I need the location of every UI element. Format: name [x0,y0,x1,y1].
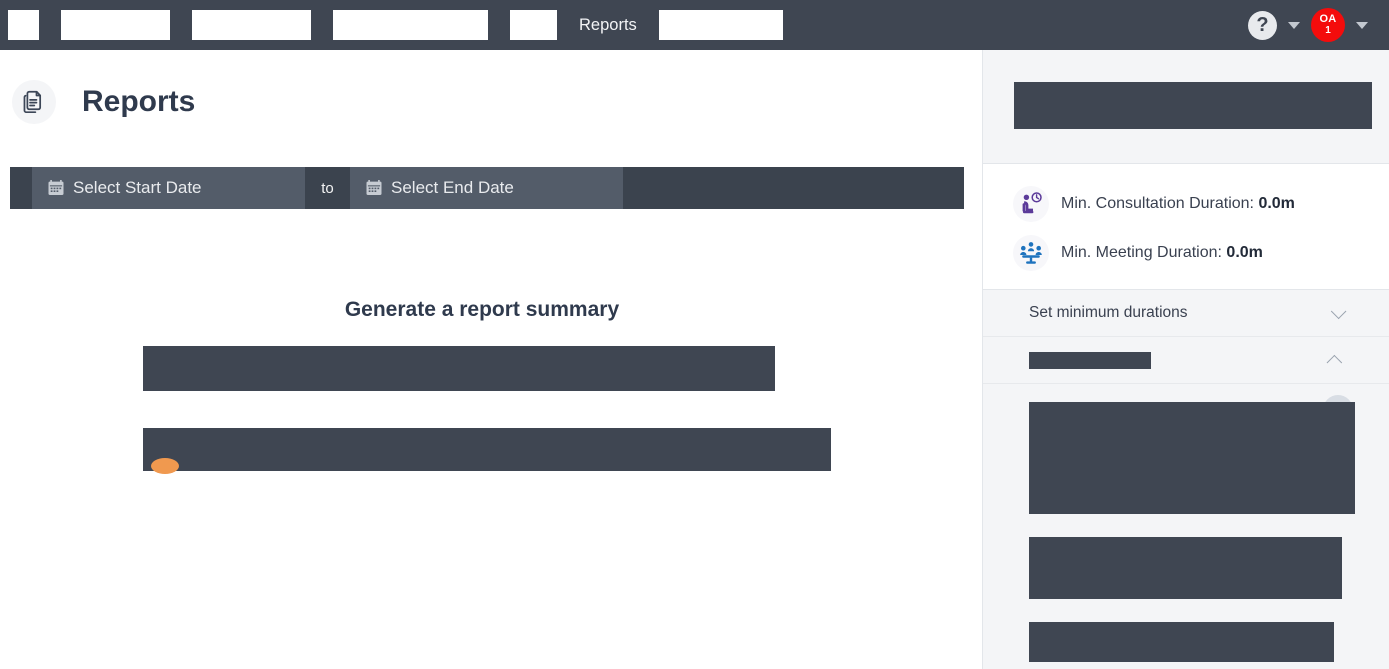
accordion-label-set-minimum-durations: Set minimum durations [1029,304,1188,321]
date-range-bar: Select Start Date to Select End Date [10,167,964,209]
page-header: Reports [0,50,982,124]
consultation-duration-value: 0.0m [1258,195,1295,212]
accordion-label-redacted [1029,351,1151,369]
minimum-durations-summary: Min. Consultation Duration: 0.0m Min. Me… [983,164,1389,290]
page-title: Reports [82,85,196,118]
date-range-left-gutter [10,167,32,209]
sidebar-top-redacted-block[interactable] [1014,82,1372,129]
main-content: Reports Select Start Date to Select End … [0,50,982,669]
avatar[interactable]: OA 1 [1311,8,1345,42]
calendar-icon [48,180,64,196]
sidebar-expanded-content [983,384,1389,662]
nav-item-reports[interactable]: Reports [579,16,637,35]
nav-item-redacted-5[interactable] [658,10,783,40]
date-range-trailing-area [623,167,964,209]
top-navbar: Reports ? OA 1 [0,0,1389,50]
sidebar-redacted-block-2[interactable] [1029,537,1342,599]
meeting-duration-label: Min. Meeting Duration: 0.0m [1061,244,1263,262]
report-redacted-block-1[interactable] [143,346,775,391]
report-summary-heading: Generate a report summary [344,298,620,321]
nav-item-redacted-0[interactable] [8,10,39,40]
avatar-count: 1 [1325,24,1331,36]
nav-item-redacted-4[interactable] [510,10,557,40]
nav-item-redacted-2[interactable] [192,10,311,40]
documents-icon [12,80,56,124]
sidebar-redacted-block-1[interactable] [1029,402,1355,514]
accordion-set-minimum-durations[interactable]: Set minimum durations [983,290,1389,337]
chevron-down-icon[interactable] [1330,303,1347,319]
account-chevron-down-icon[interactable] [1356,21,1368,29]
calendar-icon [366,180,382,196]
end-date-input[interactable]: Select End Date [350,167,623,209]
orange-accent-shape [151,458,179,474]
meeting-duration-row: Min. Meeting Duration: 0.0m [983,235,1389,271]
start-date-placeholder: Select Start Date [73,178,202,197]
nav-item-redacted-1[interactable] [61,10,170,40]
chevron-up-icon[interactable] [1326,354,1343,370]
help-icon[interactable]: ? [1248,10,1277,40]
end-date-placeholder: Select End Date [391,178,514,197]
report-redacted-block-2[interactable] [143,428,831,471]
avatar-initials: OA [1319,13,1337,26]
meeting-people-icon [1013,235,1049,271]
start-date-input[interactable]: Select Start Date [32,167,305,209]
right-sidebar: Min. Consultation Duration: 0.0m Min. Me… [982,50,1389,669]
accordion-redacted[interactable] [983,337,1389,384]
nav-item-redacted-3[interactable] [333,10,488,40]
date-range-separator: to [305,167,350,209]
meeting-duration-text: Min. Meeting Duration: [1061,244,1222,261]
app-root: Reports ? OA 1 Reports Select Start Date… [0,0,1389,669]
meeting-duration-value: 0.0m [1226,244,1263,261]
sidebar-redacted-block-3[interactable] [1029,622,1334,662]
seated-person-clock-icon [1013,186,1049,222]
consultation-duration-row: Min. Consultation Duration: 0.0m [983,186,1389,222]
sidebar-top-panel [983,50,1389,164]
navbar-right-cluster: ? OA 1 [1248,0,1379,50]
consultation-duration-label: Min. Consultation Duration: 0.0m [1061,195,1295,213]
consultation-duration-text: Min. Consultation Duration: [1061,195,1254,212]
help-chevron-down-icon[interactable] [1288,21,1300,29]
